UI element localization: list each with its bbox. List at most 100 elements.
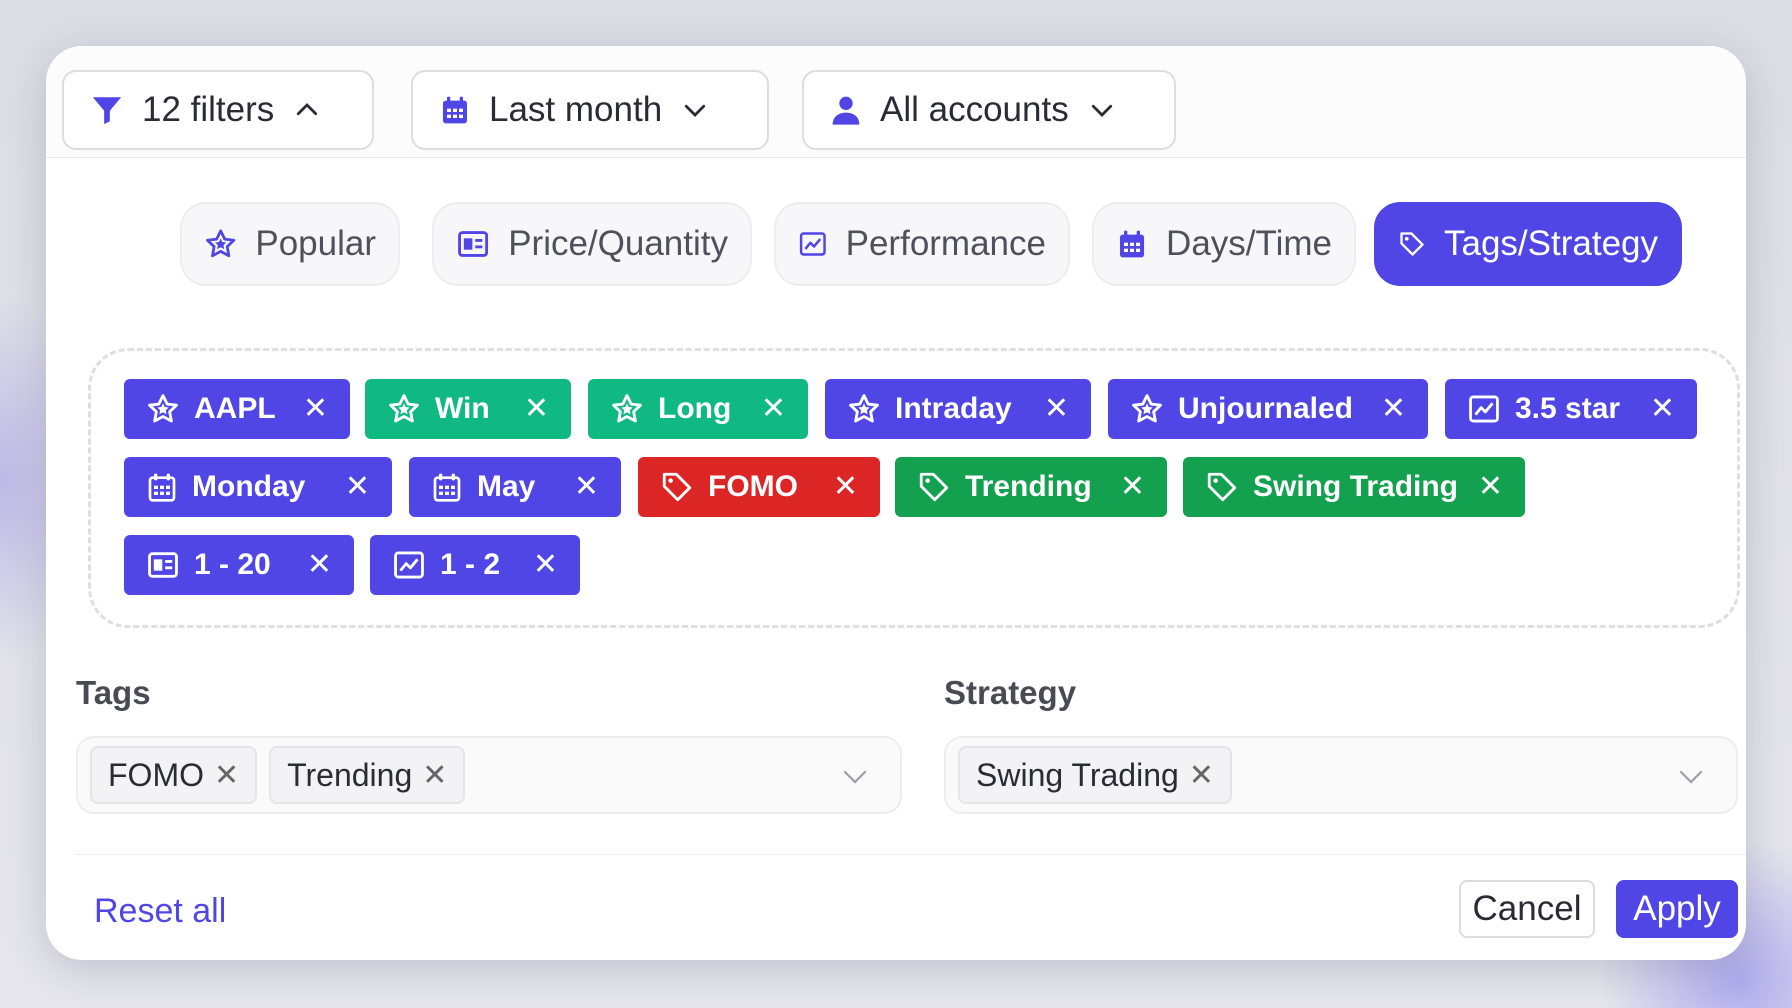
chevron-down-icon[interactable] [840,762,870,792]
calendar-icon [443,96,467,124]
date-range-value: Last month [489,90,663,129]
footer-divider [76,854,1746,855]
active-filters-area: AAPL ✕ Win ✕ Long ✕ Intraday ✕ Unjournal… [88,348,1740,628]
pill-label: Trending [287,756,413,793]
remove-chip-button[interactable]: ✕ [1120,472,1145,502]
chevron-down-icon[interactable] [1676,762,1706,792]
chevron-down-icon [1091,104,1112,117]
chip-label: May [477,470,536,503]
tab-tags-strategy[interactable]: Tags/Strategy [1374,202,1682,286]
tab-label: Popular [255,224,376,263]
chip-may: May ✕ [409,457,621,517]
chip-unjournaled: Unjournaled ✕ [1108,379,1428,439]
tab-label: Performance [845,224,1046,263]
chip-label: 1 - 2 [440,548,501,581]
remove-chip-button[interactable]: ✕ [761,394,786,424]
calendar-icon [148,473,176,502]
chip-trending: Trending ✕ [895,457,1167,517]
chart-icon [1469,395,1499,423]
tags-multiselect[interactable]: FOMO ✕ Trending ✕ [76,736,902,814]
remove-chip-button[interactable]: ✕ [574,472,599,502]
chip-aapl: AAPL ✕ [124,379,350,439]
remove-chip-button[interactable]: ✕ [833,472,858,502]
tag-icon [919,472,949,502]
cancel-button[interactable]: Cancel [1459,880,1595,938]
tab-label: Tags/Strategy [1444,224,1658,263]
remove-chip-button[interactable]: ✕ [524,394,549,424]
chevron-down-icon [685,104,706,117]
chip-label: Unjournaled [1178,392,1354,425]
selected-tag-pill: FOMO ✕ [90,746,258,804]
tab-price-quantity[interactable]: Price/Quantity [432,202,752,286]
chip-label: AAPL [194,392,276,425]
filters-toggle-button[interactable]: 12 filters [62,70,374,150]
remove-chip-button[interactable]: ✕ [1478,472,1503,502]
chip-monday: Monday ✕ [124,457,392,517]
user-icon [832,96,860,125]
calendar-icon [1120,230,1145,258]
filters-count-label: 12 filters [142,90,275,129]
chip-fomo: FOMO ✕ [638,457,880,517]
chip-label: Win [435,392,490,425]
chip-label: Trending [965,470,1092,503]
remove-chip-button[interactable]: ✕ [303,394,328,424]
chip-swing-trading: Swing Trading ✕ [1183,457,1525,517]
chart-icon [394,551,424,579]
tag-icon [1400,232,1424,256]
pill-label: FOMO [108,756,204,793]
remove-chip-button[interactable]: ✕ [533,550,558,580]
remove-chip-button[interactable]: ✕ [307,550,332,580]
selected-tag-pill: Trending ✕ [269,746,466,804]
pill-label: Swing Trading [976,756,1179,793]
remove-chip-button[interactable]: ✕ [1650,394,1675,424]
funnel-icon [92,97,122,125]
filter-topbar: 12 filters Last month All accounts [46,46,1746,158]
reset-all-link[interactable]: Reset all [94,892,226,931]
chip-performance-range: 1 - 2 ✕ [370,535,580,595]
tag-icon [1207,472,1237,502]
remove-chip-button[interactable]: ✕ [1381,394,1406,424]
tab-days-time[interactable]: Days/Time [1092,202,1356,286]
chip-label: 1 - 20 [194,548,271,581]
chip-label: 3.5 star [1515,392,1621,425]
accounts-dropdown[interactable]: All accounts [802,70,1176,150]
tab-popular[interactable]: Popular [180,202,400,286]
remove-chip-button[interactable]: ✕ [345,472,370,502]
accounts-value: All accounts [880,90,1069,129]
chip-intraday: Intraday ✕ [825,379,1091,439]
chip-label: FOMO [708,470,798,503]
tab-label: Days/Time [1166,224,1332,263]
chip-label: Monday [192,470,306,503]
chip-label: Swing Trading [1253,470,1459,503]
filter-panel: 12 filters Last month All accounts Popul… [46,46,1746,960]
star-icon [849,394,879,423]
date-range-dropdown[interactable]: Last month [411,70,769,150]
chip-win: Win ✕ [365,379,571,439]
chip-label: Long [658,392,732,425]
selected-strategy-pill: Swing Trading ✕ [958,746,1232,804]
remove-pill-button[interactable]: ✕ [214,758,239,793]
strategy-field-label: Strategy [944,674,1077,711]
tags-field-label: Tags [76,674,151,711]
star-icon [389,394,419,423]
price-tag-card-icon [458,231,489,257]
chip-star-rating: 3.5 star ✕ [1445,379,1697,439]
remove-pill-button[interactable]: ✕ [1189,758,1214,793]
chevron-up-icon [297,103,318,116]
star-icon [612,394,642,423]
star-icon [1132,394,1162,423]
calendar-icon [433,473,461,502]
star-icon [148,394,178,423]
chip-long: Long ✕ [588,379,808,439]
tag-icon [662,472,692,502]
chart-icon [799,232,826,256]
tab-performance[interactable]: Performance [774,202,1070,286]
tab-label: Price/Quantity [508,224,728,263]
chip-label: Intraday [895,392,1012,425]
chip-price-range: 1 - 20 ✕ [124,535,354,595]
strategy-multiselect[interactable]: Swing Trading ✕ [944,736,1738,814]
remove-pill-button[interactable]: ✕ [422,758,447,793]
apply-button[interactable]: Apply [1616,880,1738,938]
price-tag-card-icon [148,552,178,578]
remove-chip-button[interactable]: ✕ [1044,394,1069,424]
